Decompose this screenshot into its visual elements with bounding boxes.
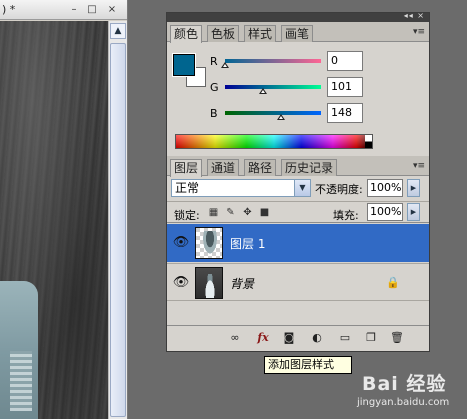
fill-arrow-icon[interactable]: ▶ [407,203,420,221]
panel-dock: ◂◂ × 颜色 色板 样式 画笔 ▾≡ R 0 G 101 B 148 图层 通… [166,11,430,352]
watermark-url: jingyan.baidu.com [357,397,450,408]
spectrum-shading [176,135,372,148]
link-layers-icon[interactable]: ∞ [227,330,243,345]
red-label: R [210,55,218,68]
visibility-eye-icon[interactable]: 👁 [170,274,192,292]
document-window: ) * – □ × ▲ [0,0,128,419]
document-titlebar[interactable]: ) * – □ × [0,0,127,20]
tab-history[interactable]: 历史记录 [281,159,338,176]
layer-thumbnail [195,267,223,299]
tab-swatches[interactable]: 色板 [207,25,240,42]
blue-input[interactable]: 148 [327,103,363,123]
new-layer-icon[interactable]: ❐ [363,330,379,345]
vertical-scrollbar[interactable]: ▲ [108,21,127,419]
color-panel: R 0 G 101 B 148 [167,43,429,156]
layer-row[interactable]: 👁 图层 1 [167,224,429,262]
layers-panel: 正常 ▼ 不透明度: 100% ▶ 锁定: ▦ ✎ ✥ ■ 填充: 100% ▶… [167,177,429,351]
opacity-label: 不透明度: [315,183,363,196]
tooltip: 添加图层样式 [264,356,352,374]
tab-channels[interactable]: 通道 [207,159,240,176]
blend-mode-value: 正常 [175,181,200,195]
document-canvas[interactable] [0,21,108,419]
lock-position-icon[interactable]: ✥ [242,207,253,218]
delete-layer-icon[interactable]: 🗑 [389,330,405,345]
red-slider-thumb[interactable] [221,62,229,68]
panel-menu-icon[interactable]: ▾≡ [413,27,425,37]
foreground-color-swatch[interactable] [172,53,196,77]
tab-paths[interactable]: 路径 [244,159,277,176]
thumbnail-figure [202,231,218,256]
collapse-close-icon[interactable]: ◂◂ × [404,11,425,20]
opacity-input[interactable]: 100% [367,179,403,197]
visibility-eye-icon[interactable]: 👁 [170,234,192,252]
fill-input[interactable]: 100% [367,203,403,221]
layer-thumbnail [195,227,223,259]
layer-lock-icon: 🔒 [386,276,400,289]
minimize-icon[interactable]: – [66,3,82,17]
lock-label: 锁定: [174,209,200,222]
tab-layers[interactable]: 图层 [170,159,203,177]
tab-styles[interactable]: 样式 [244,25,277,42]
panel-menu-icon[interactable]: ▾≡ [413,161,425,171]
tab-brushes[interactable]: 画笔 [281,25,314,42]
layers-toolbar: ∞ fx ◙ ◐ ▭ ❐ 🗑 [167,325,429,349]
layer-name[interactable]: 图层 1 [230,235,265,252]
blue-slider[interactable] [225,111,321,120]
panel-dock-header[interactable]: ◂◂ × [167,11,429,22]
color-spectrum-bar[interactable] [175,134,373,149]
green-slider-thumb[interactable] [259,88,267,94]
layers-panel-tabs: 图层 通道 路径 历史记录 ▾≡ [167,156,429,177]
maximize-icon[interactable]: □ [84,3,100,17]
color-panel-tabs: 颜色 色板 样式 画笔 ▾≡ [167,22,429,43]
black-white-swatch[interactable] [365,135,372,148]
layer-row[interactable]: 👁 背景 🔒 [167,263,429,301]
photo-subject-detail [10,351,32,411]
new-group-icon[interactable]: ▭ [337,330,353,345]
red-input[interactable]: 0 [327,51,363,71]
adjustment-layer-icon[interactable]: ◐ [309,330,325,345]
fill-label: 填充: [333,209,359,222]
green-slider[interactable] [225,85,321,94]
blend-mode-select[interactable]: 正常 ▼ [171,179,311,197]
blue-label: B [210,107,218,120]
scroll-up-icon[interactable]: ▲ [110,23,126,39]
blue-slider-thumb[interactable] [277,114,285,120]
red-slider[interactable] [221,59,321,68]
lock-all-icon[interactable]: ■ [259,207,270,218]
add-layer-style-icon[interactable]: fx [255,330,271,345]
opacity-arrow-icon[interactable]: ▶ [407,179,420,197]
green-label: G [210,81,219,94]
close-icon[interactable]: × [104,3,120,17]
scrollbar-thumb[interactable] [110,43,126,417]
watermark-logo: Bai 经验 [362,373,447,395]
chevron-down-icon[interactable]: ▼ [294,180,310,196]
green-input[interactable]: 101 [327,77,363,97]
add-mask-icon[interactable]: ◙ [281,330,297,345]
lock-pixels-icon[interactable]: ✎ [225,207,236,218]
tab-color[interactable]: 颜色 [170,25,203,43]
lock-transparency-icon[interactable]: ▦ [208,207,219,218]
lock-row: 锁定: ▦ ✎ ✥ ■ 填充: 100% ▶ [167,201,429,223]
layer-name[interactable]: 背景 [230,275,254,292]
thumbnail-figure [203,274,217,298]
document-title: ) * [2,3,16,16]
